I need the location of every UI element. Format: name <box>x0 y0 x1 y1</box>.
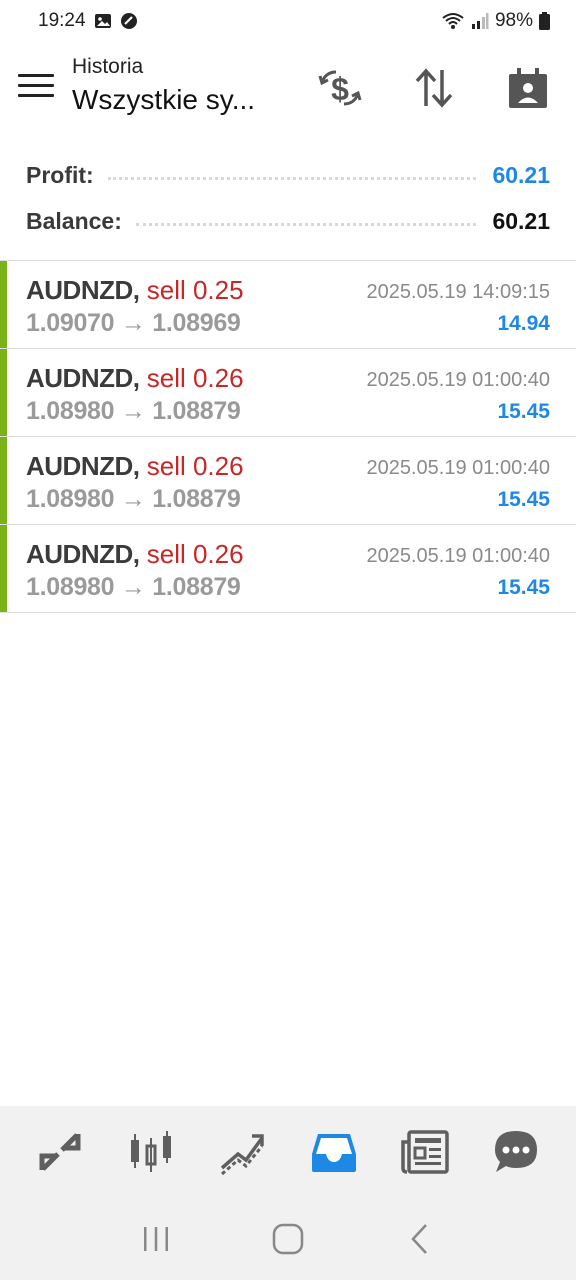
nav-history[interactable] <box>304 1122 364 1182</box>
deal-row[interactable]: AUDNZD, sell 0.25 1.09070 → 1.08969 2025… <box>0 261 576 349</box>
deal-indicator <box>0 261 7 348</box>
deal-side: sell 0.26 <box>146 363 244 393</box>
menu-line <box>18 94 54 97</box>
deposit-withdraw-button[interactable]: $ <box>316 64 364 112</box>
menu-line <box>18 84 54 87</box>
deal-side: sell 0.25 <box>146 275 244 305</box>
nav-quotes[interactable] <box>30 1122 90 1182</box>
deal-header: AUDNZD, sell 0.26 <box>26 451 244 482</box>
news-icon <box>401 1130 449 1174</box>
deal-header: AUDNZD, sell 0.25 <box>26 275 244 306</box>
deal-profit: 14.94 <box>497 312 550 335</box>
toolbar: Historia Wszystkie sy... $ <box>0 46 576 130</box>
deal-profit: 15.45 <box>497 400 550 423</box>
menu-line <box>18 74 54 77</box>
balance-value: 60.21 <box>492 207 550 234</box>
deal-indicator <box>0 525 7 612</box>
dotted-leader <box>135 222 477 226</box>
signal-icon <box>471 13 489 29</box>
deal-indicator <box>0 437 7 524</box>
deal-profit: 15.45 <box>497 576 550 599</box>
currency-exchange-icon: $ <box>318 70 362 107</box>
menu-button[interactable] <box>18 74 54 102</box>
deal-symbol: AUDNZD, <box>26 363 140 393</box>
system-nav <box>0 1198 576 1280</box>
back-icon <box>411 1224 427 1254</box>
deal-time: 2025.05.19 01:00:40 <box>366 369 550 391</box>
recent-apps-button[interactable] <box>126 1209 186 1269</box>
deal-prices: 1.08980 → 1.08879 <box>26 397 241 425</box>
deal-indicator <box>0 349 7 436</box>
status-right: 98% <box>441 10 550 32</box>
deal-prices: 1.08980 → 1.08879 <box>26 573 241 601</box>
balance-label: Balance: <box>26 207 122 234</box>
title-block[interactable]: Historia Wszystkie sy... <box>72 54 292 120</box>
chart-icon <box>130 1131 171 1172</box>
trade-icon <box>221 1134 265 1176</box>
calendar-user-icon <box>509 68 547 108</box>
nav-chart[interactable] <box>121 1122 181 1182</box>
status-time: 19:24 <box>38 10 86 31</box>
deal-prices: 1.09070 → 1.08969 <box>26 309 241 337</box>
battery-percent: 98% <box>494 10 533 31</box>
quotes-icon <box>39 1133 81 1171</box>
svg-text:$: $ <box>331 71 349 107</box>
deal-side: sell 0.26 <box>146 539 244 569</box>
sort-button[interactable] <box>410 64 458 112</box>
deal-symbol: AUDNZD, <box>26 539 140 569</box>
profit-label: Profit: <box>26 161 94 188</box>
summary-panel: Profit: 60.21 Balance: 60.21 <box>0 152 576 244</box>
dotted-leader <box>107 176 477 180</box>
deal-header: AUDNZD, sell 0.26 <box>26 539 244 570</box>
profit-row: Profit: 60.21 <box>0 152 576 198</box>
battery-icon <box>539 12 550 30</box>
deal-time: 2025.05.19 01:00:40 <box>366 545 550 567</box>
deal-row[interactable]: AUDNZD, sell 0.26 1.08980 → 1.08879 2025… <box>0 525 576 613</box>
sort-arrows-icon <box>415 68 453 108</box>
deals-list: AUDNZD, sell 0.25 1.09070 → 1.08969 2025… <box>0 260 576 613</box>
deal-time: 2025.05.19 01:00:40 <box>366 457 550 479</box>
deal-header: AUDNZD, sell 0.26 <box>26 363 244 394</box>
deal-prices: 1.08980 → 1.08879 <box>26 485 241 513</box>
history-icon <box>311 1134 356 1172</box>
profit-value: 60.21 <box>492 161 550 188</box>
home-icon <box>272 1223 304 1255</box>
recent-apps-icon <box>144 1227 168 1251</box>
deal-profit: 15.45 <box>497 488 550 511</box>
page-subtitle: Historia <box>72 55 144 78</box>
deal-side: sell 0.26 <box>146 451 244 481</box>
page-title: Wszystkie sy... <box>72 84 256 115</box>
deal-row[interactable]: AUDNZD, sell 0.26 1.08980 → 1.08879 2025… <box>0 437 576 525</box>
period-button[interactable] <box>504 64 552 112</box>
gallery-icon <box>94 14 111 28</box>
nav-chat[interactable] <box>486 1122 546 1182</box>
balance-row: Balance: 60.21 <box>0 198 576 244</box>
back-button[interactable] <box>390 1209 450 1269</box>
nav-trade[interactable] <box>212 1122 272 1182</box>
chat-icon <box>495 1131 538 1172</box>
deal-symbol: AUDNZD, <box>26 451 140 481</box>
deal-symbol: AUDNZD, <box>26 275 140 305</box>
deal-time: 2025.05.19 14:09:15 <box>366 281 550 303</box>
status-left: 19:24 <box>38 10 138 32</box>
dnd-icon <box>120 13 137 29</box>
nav-news[interactable] <box>395 1122 455 1182</box>
deal-row[interactable]: AUDNZD, sell 0.26 1.08980 → 1.08879 2025… <box>0 349 576 437</box>
bottom-nav <box>0 1106 576 1198</box>
home-button[interactable] <box>258 1209 318 1269</box>
wifi-icon <box>442 13 464 29</box>
status-bar: 19:24 98% <box>0 0 576 42</box>
